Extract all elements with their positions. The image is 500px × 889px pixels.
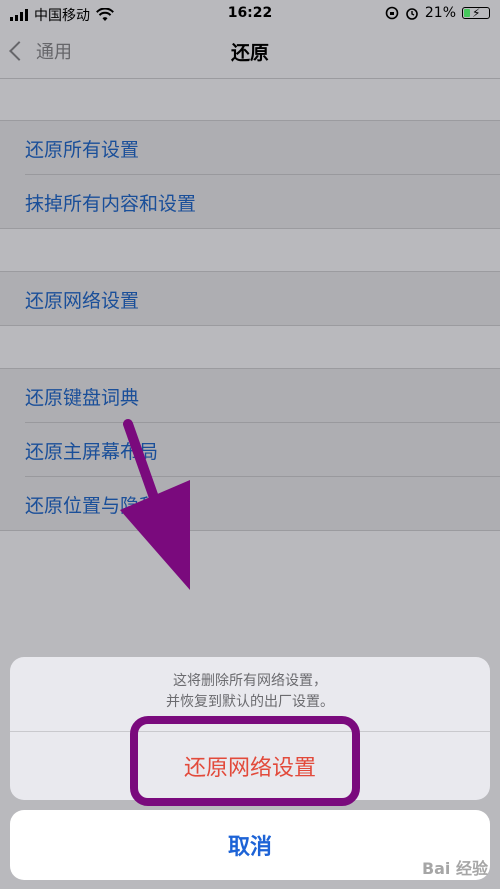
watermark-logo: Bai 经验 (421, 859, 488, 878)
message-line-1: 这将删除所有网络设置， (173, 673, 327, 689)
action-sheet: 这将删除所有网络设置， 并恢复到默认的出厂设置。 还原网络设置 (10, 657, 490, 800)
action-sheet-message: 这将删除所有网络设置， 并恢复到默认的出厂设置。 (10, 671, 490, 713)
cancel-button[interactable]: 取消 (10, 810, 490, 880)
message-line-2: 并恢复到默认的出厂设置。 (166, 694, 334, 710)
reset-network-confirm-button[interactable]: 还原网络设置 (10, 731, 490, 800)
